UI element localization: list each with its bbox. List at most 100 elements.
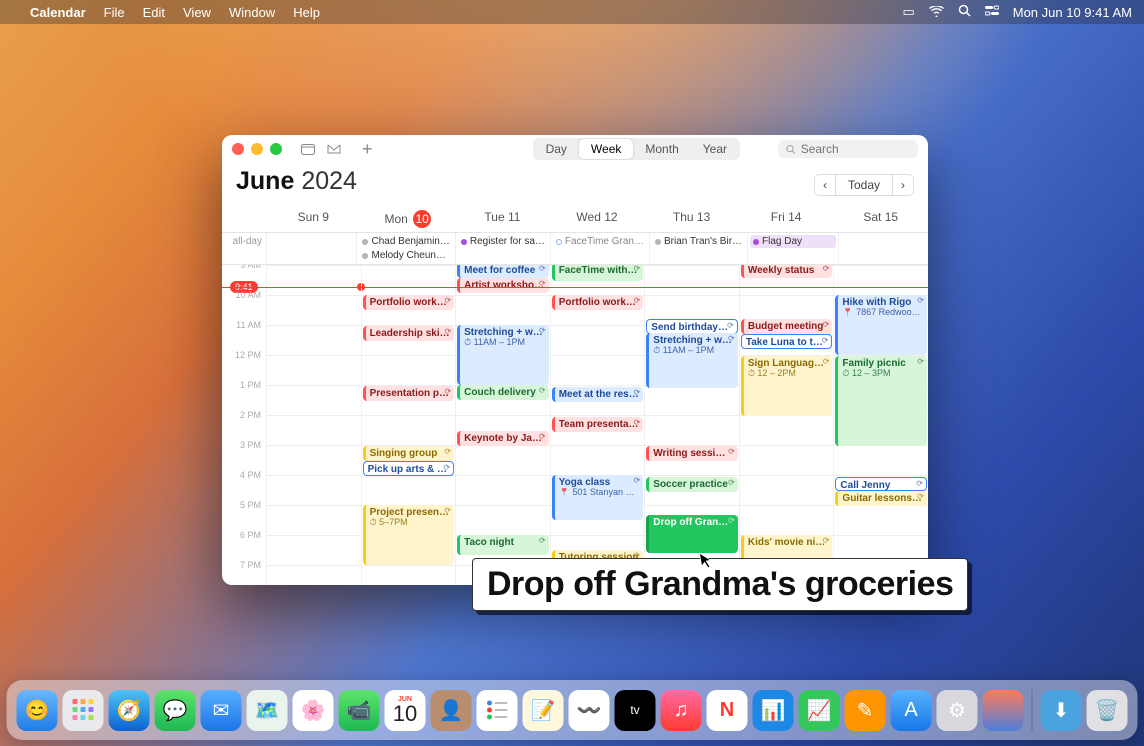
close-button[interactable] xyxy=(232,143,244,155)
calendar-event[interactable]: Take Luna to th…⟳ xyxy=(741,334,833,349)
app-name[interactable]: Calendar xyxy=(30,5,86,20)
search-field[interactable] xyxy=(778,140,918,158)
calendar-event[interactable]: Stretching + weights⏱ 11AM – 1PM⟳ xyxy=(457,325,549,385)
allday-event[interactable]: Register for sa… xyxy=(458,235,548,248)
calendar-event[interactable]: FaceTime with…⟳ xyxy=(552,265,644,281)
add-event-button[interactable]: + xyxy=(362,139,373,160)
event-title: Budget meeting xyxy=(748,321,829,332)
dock-music[interactable]: ♫ xyxy=(661,690,702,731)
calendar-event[interactable]: Drop off Grandma's groceries⟳ xyxy=(646,515,738,553)
column-tue[interactable]: Meet for coffee⟳Artist worksho…⟳ Stretchi… xyxy=(455,265,550,585)
calendar-event[interactable]: Stretching + weights⏱ 11AM – 1PM⟳ xyxy=(646,333,738,388)
dock-calendar[interactable]: JUN 10 xyxy=(385,690,426,731)
fullscreen-button[interactable] xyxy=(270,143,282,155)
today-button[interactable]: Today xyxy=(836,174,892,196)
column-thu[interactable]: Send birthday…⟳Stretching + weights⏱ 11A… xyxy=(644,265,739,585)
menu-file[interactable]: File xyxy=(104,5,125,20)
dock-appstore[interactable]: A xyxy=(891,690,932,731)
calendar-event[interactable]: Team presenta…⟳ xyxy=(552,417,644,432)
event-sync-icon: ⟳ xyxy=(823,321,830,330)
dock-numbers[interactable]: 📈 xyxy=(799,690,840,731)
dock-mail[interactable]: ✉︎ xyxy=(201,690,242,731)
column-wed[interactable]: FaceTime with…⟳ Portfolio work…⟳ Meet at t… xyxy=(550,265,645,585)
prev-week-button[interactable]: ‹ xyxy=(814,174,836,196)
dock-notes[interactable]: 📝 xyxy=(523,690,564,731)
menu-window[interactable]: Window xyxy=(229,5,275,20)
dock-keynote[interactable]: 📊 xyxy=(753,690,794,731)
calendar-event[interactable]: Writing sessi…⟳ xyxy=(646,446,738,461)
calendar-event[interactable]: Pick up arts & …⟳ xyxy=(363,461,455,476)
calendar-event[interactable]: Leadership skil…⟳ xyxy=(363,326,455,341)
dock-news[interactable]: N xyxy=(707,690,748,731)
dock-launchpad[interactable] xyxy=(63,690,104,731)
menu-help[interactable]: Help xyxy=(293,5,320,20)
allday-event-label: Brian Tran's Bir… xyxy=(664,236,742,247)
calendar-event[interactable]: Project presentations⏱ 5–7PM⟳ xyxy=(363,505,455,565)
column-fri[interactable]: Weekly status⟳Budget meeting⟳Take Luna t… xyxy=(739,265,834,585)
calendar-event[interactable]: Call Jenny⟳ xyxy=(835,477,927,491)
control-center-icon[interactable] xyxy=(985,5,999,20)
inbox-icon[interactable] xyxy=(326,141,342,157)
calendar-event[interactable]: Family picnic⏱ 12 – 3PM⟳ xyxy=(835,356,927,446)
hour-label: 3 PM xyxy=(222,440,266,470)
dock-downloads[interactable]: ⬇︎ xyxy=(1041,690,1082,731)
minimize-button[interactable] xyxy=(251,143,263,155)
dock-freeform[interactable]: 〰️ xyxy=(569,690,610,731)
calendar-event[interactable]: Send birthday…⟳ xyxy=(646,319,738,334)
dock-messages[interactable]: 💬 xyxy=(155,690,196,731)
calendar-event[interactable]: Weekly status⟳ xyxy=(741,265,833,278)
dock-pages[interactable]: ✎ xyxy=(845,690,886,731)
dock-tv[interactable]: tv xyxy=(615,690,656,731)
calendar-event[interactable]: Singing group⟳ xyxy=(363,446,455,461)
column-mon[interactable]: Portfolio work…⟳ Leadership skil…⟳ Present… xyxy=(361,265,456,585)
calendar-event[interactable]: Soccer practice⟳ xyxy=(646,477,738,492)
allday-event[interactable]: FaceTime Gran… xyxy=(553,235,647,248)
view-week[interactable]: Week xyxy=(579,139,633,159)
calendar-event[interactable]: Hike with Rigo📍 7867 Redwood… ⏱ 10AM – 1… xyxy=(835,295,927,355)
dock-settings[interactable]: ⚙︎ xyxy=(937,690,978,731)
allday-event[interactable]: Melody Cheun… xyxy=(359,249,452,262)
dock-contacts[interactable]: 👤 xyxy=(431,690,472,731)
search-input[interactable] xyxy=(801,142,910,156)
calendar-event[interactable]: Meet at the res…⟳ xyxy=(552,387,644,402)
calendar-event[interactable]: Couch delivery⟳ xyxy=(457,385,549,400)
view-year[interactable]: Year xyxy=(691,139,739,159)
calendar-event[interactable]: Artist worksho…⟳ xyxy=(457,278,549,293)
dock-maps[interactable]: 🗺️ xyxy=(247,690,288,731)
allday-event[interactable]: Flag Day xyxy=(750,235,835,248)
calendars-toggle-icon[interactable] xyxy=(300,141,316,157)
dock-safari[interactable]: 🧭 xyxy=(109,690,150,731)
wifi-icon[interactable] xyxy=(929,5,944,20)
battery-icon[interactable]: ▭ xyxy=(902,4,914,20)
calendar-event[interactable]: Guitar lessons…⟳ xyxy=(835,491,927,506)
dock-facetime[interactable]: 📹 xyxy=(339,690,380,731)
calendar-event[interactable]: Taco night⟳ xyxy=(457,535,549,555)
column-sun[interactable] xyxy=(266,265,361,585)
menubar-clock[interactable]: Mon Jun 10 9:41 AM xyxy=(1013,5,1132,20)
calendar-event[interactable]: Budget meeting⟳ xyxy=(741,319,833,334)
menu-edit[interactable]: Edit xyxy=(143,5,165,20)
dock-photos[interactable]: 🌸 xyxy=(293,690,334,731)
dock-iphone-mirror[interactable] xyxy=(983,690,1024,731)
calendar-event[interactable]: Sign Language Club⏱ 12 – 2PM⟳ xyxy=(741,356,833,416)
spotlight-icon[interactable] xyxy=(958,4,971,20)
calendar-event[interactable]: Portfolio work…⟳ xyxy=(552,295,644,310)
calendar-event[interactable]: Portfolio work…⟳ xyxy=(363,295,455,310)
calendar-event[interactable]: Presentation p…⟳ xyxy=(363,386,455,401)
dock-finder[interactable]: 😊 xyxy=(17,690,58,731)
next-week-button[interactable]: › xyxy=(892,174,914,196)
view-day[interactable]: Day xyxy=(534,139,579,159)
event-title: Portfolio work… xyxy=(370,297,451,308)
calendar-event[interactable]: Yoga class📍 501 Stanyan St,… ⏱ 4 – 5:30P… xyxy=(552,475,644,520)
hour-label: 10 AM xyxy=(222,290,266,320)
dock-trash[interactable]: 🗑️ xyxy=(1087,690,1128,731)
allday-event[interactable]: Brian Tran's Bir… xyxy=(652,235,745,248)
calendar-event[interactable]: Keynote by Ja…⟳ xyxy=(457,431,549,446)
allday-event[interactable]: Chad Benjamin… xyxy=(359,235,452,248)
column-sat[interactable]: Hike with Rigo📍 7867 Redwood… ⏱ 10AM – 1… xyxy=(833,265,928,585)
hour-label: 12 PM xyxy=(222,350,266,380)
view-month[interactable]: Month xyxy=(633,139,690,159)
menu-view[interactable]: View xyxy=(183,5,211,20)
dock-reminders[interactable] xyxy=(477,690,518,731)
calendar-event[interactable]: Meet for coffee⟳ xyxy=(457,265,549,278)
